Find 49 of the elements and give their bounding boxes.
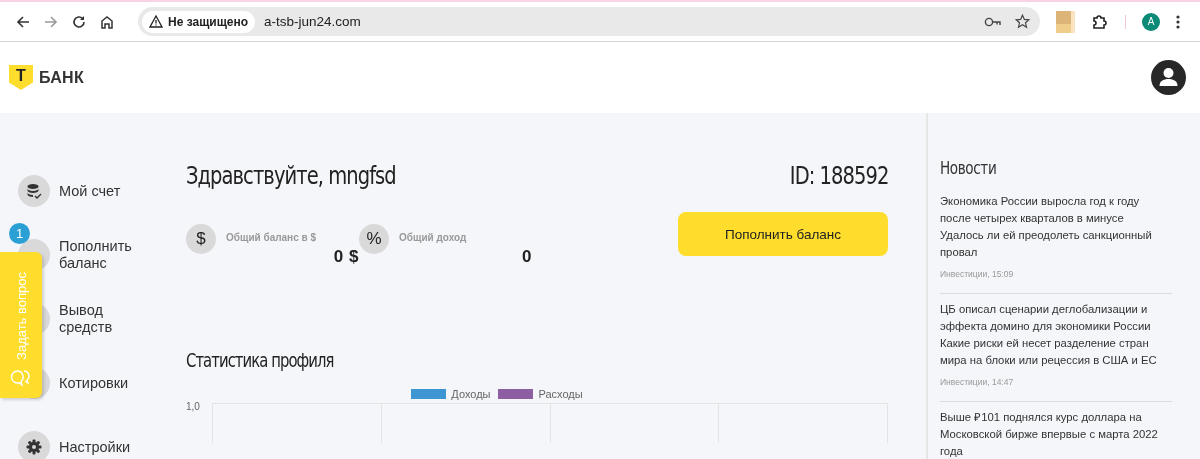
section-heading: Статистика профиля — [186, 349, 335, 371]
legend-swatch[interactable] — [411, 389, 447, 399]
profile-avatar[interactable]: A — [1142, 12, 1160, 31]
news-title[interactable]: ЦБ описал сценарии деглобализации и эффекта домино для экономики России — [940, 301, 1172, 335]
news-subtitle: Удалось ли ей преодолеть санкционный провал — [940, 228, 1153, 260]
chat-icon — [10, 368, 32, 388]
forward-icon[interactable] — [44, 14, 58, 29]
nav-item[interactable]: Мой счет — [59, 182, 149, 200]
stat-value: 0 — [521, 247, 532, 267]
axis-tick-label: 1,0 — [186, 401, 201, 414]
nav-item[interactable]: Вывод средств — [59, 302, 149, 336]
news-heading: Новости — [940, 158, 998, 178]
stat-symbol: % — [359, 224, 389, 254]
home-icon[interactable] — [100, 14, 114, 29]
logo-text: БАНК — [39, 68, 84, 87]
news-source: Инвестиции, 14:47 — [940, 376, 1015, 389]
warning-icon — [149, 15, 163, 28]
nav-item[interactable]: Пополнить баланс — [59, 238, 149, 272]
logo-mark: Т — [9, 65, 33, 90]
stat-label: Общий доход — [399, 232, 468, 243]
top-up-button[interactable]: Пополнить баланс — [678, 212, 888, 256]
legend-label[interactable]: Доходы — [451, 388, 491, 400]
coins-icon — [26, 183, 42, 199]
puzzle-icon[interactable] — [1091, 12, 1109, 31]
nav-item[interactable]: Настройки — [59, 438, 149, 456]
news-item[interactable]: Экономика России выросла год к году после четырех кварталов в минусе Удалось ли ей преодолеть санкционный провал Инвестиции, 15:09 — [940, 186, 1172, 294]
star-icon[interactable] — [1015, 14, 1030, 29]
url-text: a-tsb-jun24.com — [264, 14, 362, 29]
news-title[interactable]: Экономика России выросла год к году после четырех кварталов в минусе — [940, 193, 1172, 227]
notification-badge: 1 — [9, 223, 30, 244]
news-item[interactable]: ЦБ описал сценарии деглобализации и эффекта домино для экономики России Какие риски ей несет разделение стран мира на блоки или рецессия в США и ЕС Инвестиции, 14:47 — [940, 294, 1172, 402]
reload-icon[interactable] — [72, 14, 86, 29]
menu-icon[interactable] — [1176, 14, 1180, 29]
stat-label: Общий баланс в $ — [226, 232, 317, 243]
gear-icon — [26, 439, 42, 455]
key-icon[interactable] — [984, 16, 1001, 27]
stat-symbol: $ — [186, 224, 216, 254]
nav-item[interactable]: Котировки — [59, 374, 149, 392]
back-icon[interactable] — [16, 14, 30, 29]
address-bar[interactable]: Не защищено a-tsb-jun24.com — [138, 7, 1040, 36]
legend-label[interactable]: Расходы — [538, 388, 583, 400]
news-subtitle: Какие риски ей несет разделение стран мира на блоки или рецессия в США и ЕС — [940, 336, 1158, 368]
greeting-heading: Здравствуйте, mngfsd — [186, 161, 396, 190]
security-chip[interactable]: Не защищено — [142, 10, 256, 33]
news-source: Инвестиции, 15:09 — [940, 268, 1015, 281]
user-avatar-icon[interactable] — [1151, 60, 1186, 95]
user-id: ID: 188592 — [789, 161, 888, 190]
legend-swatch[interactable] — [498, 389, 534, 399]
stat-value: 0 $ — [332, 247, 359, 267]
